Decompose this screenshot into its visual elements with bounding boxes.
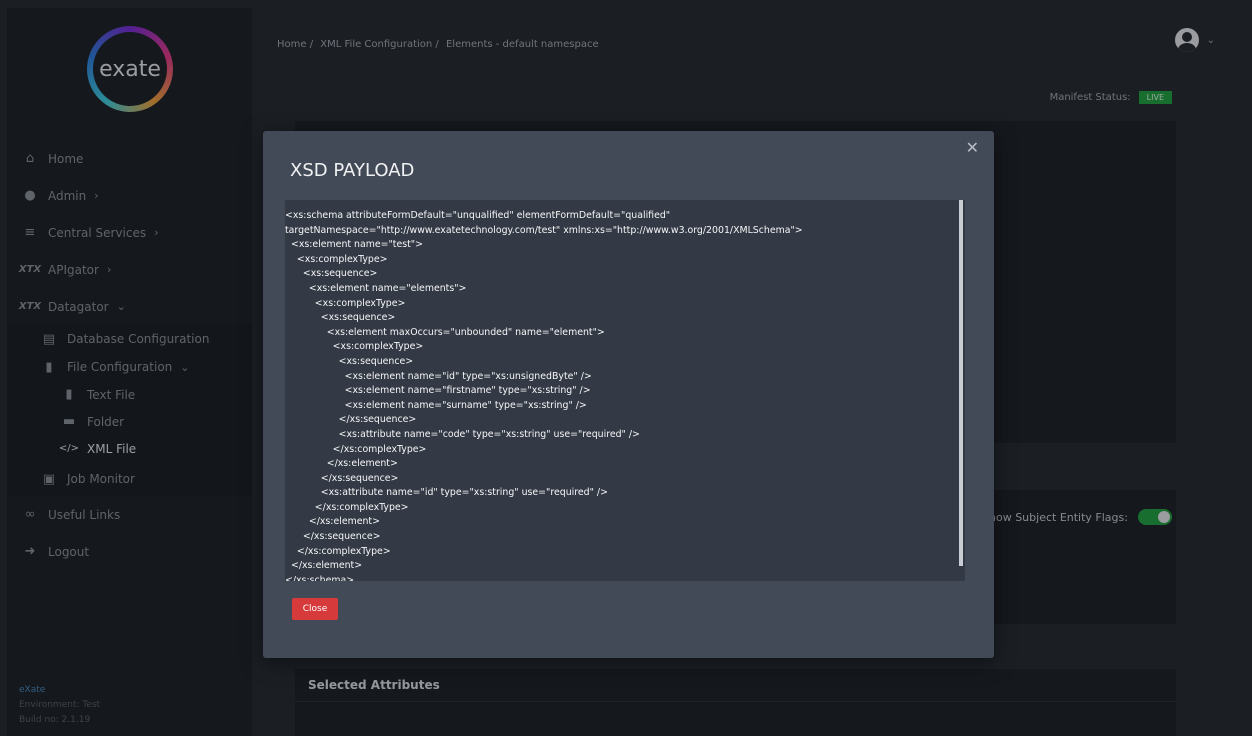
- code-line: </xs:complexType>: [285, 545, 391, 557]
- code-line: </xs:element>: [285, 516, 380, 528]
- code-line: <xs:complexType>: [285, 253, 388, 265]
- code-lines: <xs:schema attributeFormDefault="unquali…: [285, 200, 965, 581]
- code-line: </xs:element>: [285, 458, 398, 470]
- code-line: </xs:sequence>: [285, 414, 417, 426]
- code-line: <xs:attribute name="code" type="xs:strin…: [285, 428, 640, 440]
- code-line: <xs:element name="elements">: [285, 282, 467, 294]
- code-line: <xs:element maxOccurs="unbounded" name="…: [285, 326, 605, 338]
- code-line: <xs:complexType>: [285, 297, 406, 309]
- code-line: <xs:complexType>: [285, 341, 424, 353]
- code-line: targetNamespace="http://www.exatetechnol…: [285, 224, 803, 236]
- code-line: </xs:complexType>: [285, 443, 427, 455]
- xsd-code-viewer[interactable]: <xs:schema attributeFormDefault="unquali…: [285, 200, 965, 581]
- code-line: </xs:sequence>: [285, 472, 399, 484]
- code-line: <xs:element name="surname" type="xs:stri…: [285, 399, 587, 411]
- code-line: <xs:element name="test">: [285, 239, 423, 251]
- code-line: <xs:sequence>: [285, 312, 396, 324]
- modal-title: XSD PAYLOAD: [290, 160, 415, 181]
- code-line: <xs:sequence>: [285, 355, 414, 367]
- close-icon[interactable]: ✕: [966, 138, 979, 157]
- scrollbar[interactable]: [959, 200, 963, 566]
- code-line: <xs:sequence>: [285, 268, 378, 280]
- code-line: </xs:complexType>: [285, 501, 409, 513]
- code-line: </xs:sequence>: [285, 531, 381, 543]
- close-button[interactable]: Close: [292, 598, 338, 620]
- xsd-payload-modal: ✕ XSD PAYLOAD <xs:schema attributeFormDe…: [263, 131, 994, 658]
- code-line: <xs:element name="id" type="xs:unsignedB…: [285, 370, 592, 382]
- code-line: <xs:attribute name="id" type="xs:string"…: [285, 487, 608, 499]
- code-line: </xs:schema>: [285, 574, 355, 581]
- code-line: <xs:element name="firstname" type="xs:st…: [285, 385, 591, 397]
- code-line: <xs:schema attributeFormDefault="unquali…: [285, 210, 671, 221]
- code-line: </xs:element>: [285, 560, 363, 572]
